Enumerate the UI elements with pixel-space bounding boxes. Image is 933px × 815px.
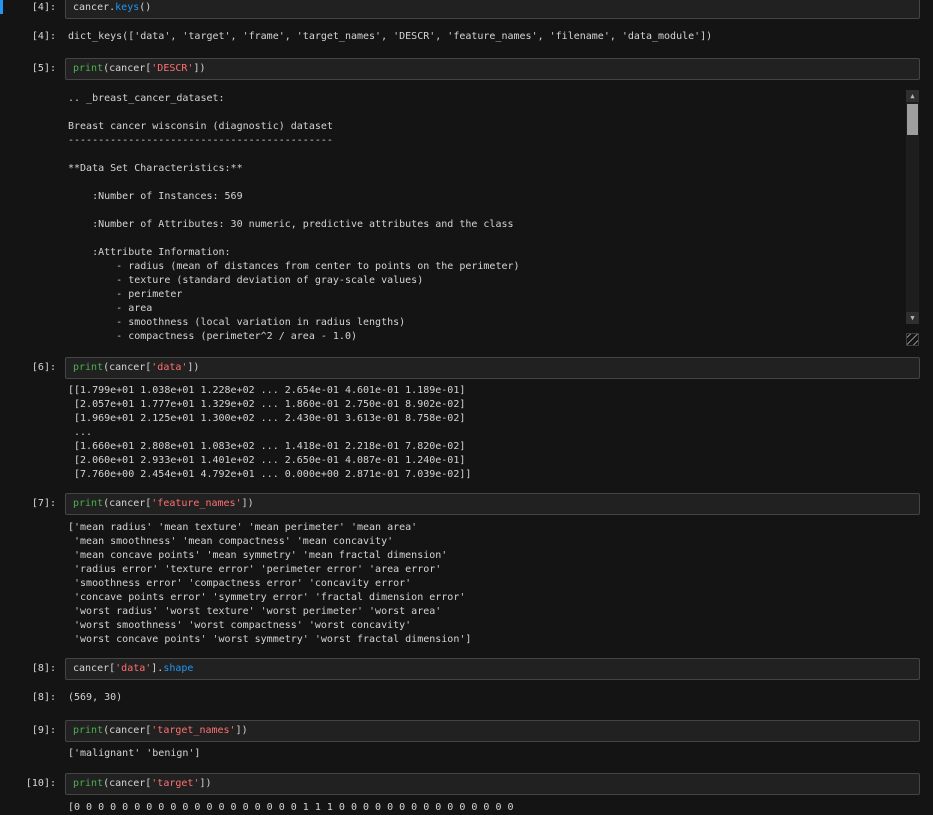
output-content: dict_keys(['data', 'target', 'frame', 't…: [65, 30, 920, 44]
code-line: print(cancer['data']): [73, 361, 912, 375]
output-area-descr: .. _breast_cancer_dataset: Breast cancer…: [0, 90, 933, 346]
target-names-output-text: ['malignant' 'benign']: [68, 748, 201, 759]
code-line: print(cancer['target_names']): [73, 724, 912, 738]
input-prompt: [8]:: [31, 663, 56, 674]
descr-scrollbar[interactable]: ▲ ▼: [906, 90, 919, 324]
code-editor-8[interactable]: cancer['data'].shape: [65, 658, 920, 680]
code-token: (): [139, 2, 152, 13]
code-cell-7: [7]: print(cancer['feature_names']): [0, 493, 933, 515]
input-prompt: [10]:: [25, 778, 56, 789]
code-line: print(cancer['feature_names']): [73, 497, 912, 511]
scroll-up-icon[interactable]: ▲: [906, 90, 919, 102]
code-token: cancer.: [73, 2, 116, 13]
code-token: 'DESCR': [151, 63, 194, 74]
code-cell-8: [8]: cancer['data'].shape: [0, 658, 933, 680]
code-token: ]): [235, 725, 248, 736]
code-editor-7[interactable]: print(cancer['feature_names']): [65, 493, 920, 515]
input-prompt: [9]:: [31, 725, 56, 736]
descr-output-text: .. _breast_cancer_dataset: Breast cancer…: [68, 93, 520, 342]
notebook: [4]: cancer.keys() [4]: dict_keys(['data…: [0, 0, 933, 813]
output-content: [0 0 0 0 0 0 0 0 0 0 0 0 0 0 0 0 0 0 0 1…: [65, 801, 920, 815]
code-token: cancer[: [73, 663, 116, 674]
scroll-down-icon[interactable]: ▼: [906, 312, 919, 324]
dict-keys-output-text: dict_keys(['data', 'target', 'frame', 't…: [68, 31, 713, 42]
code-token: print: [73, 362, 104, 373]
code-cell-5: [5]: print(cancer['DESCR']): [0, 58, 933, 80]
output-area-target-names: ['malignant' 'benign']: [0, 747, 933, 761]
code-editor-10[interactable]: print(cancer['target']): [65, 773, 920, 795]
code-cell-9: [9]: print(cancer['target_names']): [0, 720, 933, 742]
code-token: 'target_names': [151, 725, 236, 736]
output-prompt: [4]:: [31, 31, 56, 42]
code-token: shape: [163, 663, 194, 674]
output-content: ['mean radius' 'mean texture' 'mean peri…: [65, 521, 920, 647]
code-token: ]): [193, 63, 206, 74]
input-prompt: [7]:: [31, 498, 56, 509]
code-editor-5[interactable]: print(cancer['DESCR']): [65, 58, 920, 80]
code-editor-6[interactable]: print(cancer['data']): [65, 357, 920, 379]
code-editor-9[interactable]: print(cancer['target_names']): [65, 720, 920, 742]
code-token: (cancer[: [103, 498, 152, 509]
input-prompt: [6]:: [31, 362, 56, 373]
output-area-feature-names: ['mean radius' 'mean texture' 'mean peri…: [0, 521, 933, 647]
output-area-shape: [8]: (569, 30): [0, 691, 933, 705]
descr-scroll-output[interactable]: .. _breast_cancer_dataset: Breast cancer…: [65, 90, 920, 346]
code-token: print: [73, 63, 104, 74]
code-line: cancer['data'].shape: [73, 662, 912, 676]
code-token: print: [73, 498, 104, 509]
code-token: 'target': [151, 778, 200, 789]
code-token: ].: [151, 663, 164, 674]
code-token: (cancer[: [103, 778, 152, 789]
input-prompt: [4]:: [31, 2, 56, 13]
code-token: ]): [241, 498, 254, 509]
output-area-target: [0 0 0 0 0 0 0 0 0 0 0 0 0 0 0 0 0 0 0 1…: [0, 801, 933, 815]
shape-output-text: (569, 30): [68, 692, 123, 703]
resize-grip-icon[interactable]: [906, 333, 919, 346]
output-area-data: [[1.799e+01 1.038e+01 1.228e+02 ... 2.65…: [0, 384, 933, 482]
data-array-output-text: [[1.799e+01 1.038e+01 1.228e+02 ... 2.65…: [68, 385, 472, 480]
output-content: ['malignant' 'benign']: [65, 747, 920, 761]
input-prompt: [5]:: [31, 63, 56, 74]
output-prompt: [8]:: [31, 692, 56, 703]
active-cell-indicator: [0, 0, 3, 14]
code-token: (cancer[: [103, 362, 152, 373]
code-token: ]): [199, 778, 212, 789]
code-token: (cancer[: [103, 63, 152, 74]
code-editor-4[interactable]: cancer.keys(): [65, 0, 920, 19]
code-token: ]): [187, 362, 200, 373]
target-output-text: [0 0 0 0 0 0 0 0 0 0 0 0 0 0 0 0 0 0 0 1…: [68, 802, 514, 813]
code-line: print(cancer['target']): [73, 777, 912, 791]
code-token: keys: [115, 2, 140, 13]
code-cell-4: [4]: cancer.keys(): [0, 0, 933, 19]
output-area-4: [4]: dict_keys(['data', 'target', 'frame…: [0, 30, 933, 44]
feature-names-output-text: ['mean radius' 'mean texture' 'mean peri…: [68, 522, 472, 645]
code-token: 'feature_names': [151, 498, 242, 509]
code-token: (cancer[: [103, 725, 152, 736]
code-line: print(cancer['DESCR']): [73, 62, 912, 76]
code-cell-10: [10]: print(cancer['target']): [0, 773, 933, 795]
code-token: print: [73, 778, 104, 789]
code-line: cancer.keys(): [73, 1, 912, 15]
code-token: 'data': [151, 362, 188, 373]
output-content: [[1.799e+01 1.038e+01 1.228e+02 ... 2.65…: [65, 384, 920, 482]
code-token: print: [73, 725, 104, 736]
code-token: 'data': [115, 663, 152, 674]
scrollbar-thumb[interactable]: [907, 104, 918, 135]
code-cell-6: [6]: print(cancer['data']): [0, 357, 933, 379]
output-content: (569, 30): [65, 691, 920, 705]
